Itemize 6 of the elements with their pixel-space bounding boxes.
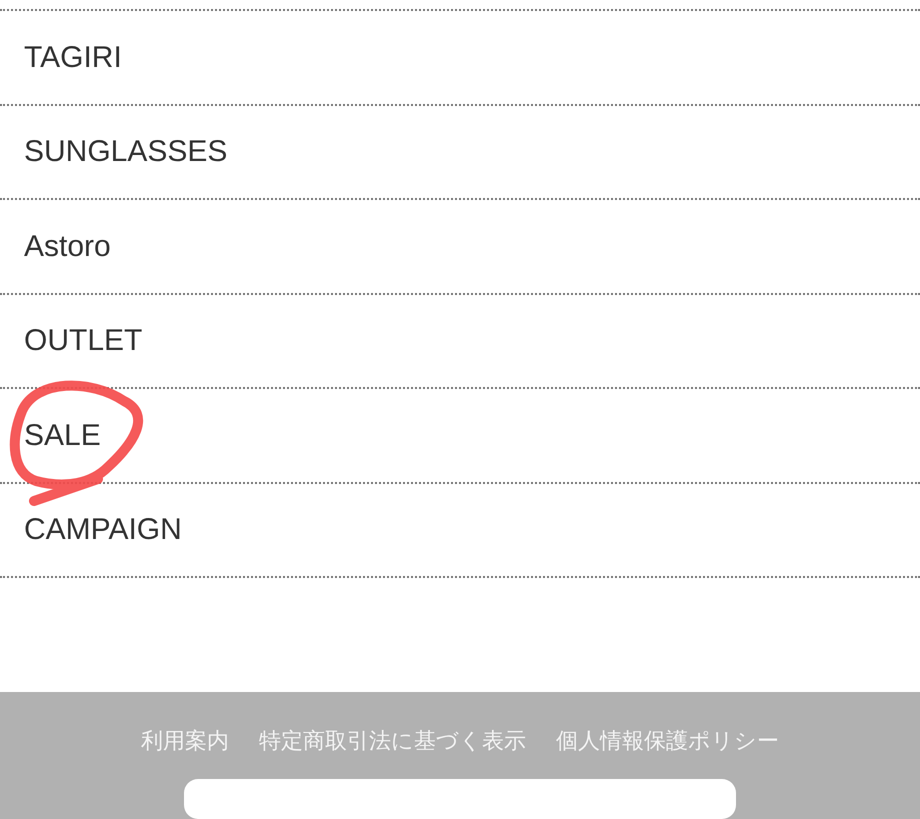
menu-item[interactable]: OUTLET — [24, 318, 142, 364]
menu-item[interactable]: TAGIRI — [24, 34, 122, 80]
menu-item[interactable]: CAMPAIGN — [24, 507, 182, 552]
menu-item[interactable]: SUNGLASSES — [24, 129, 228, 174]
menu-item[interactable]: Astoro — [24, 224, 111, 269]
menu-item[interactable]: SALE — [24, 412, 101, 458]
